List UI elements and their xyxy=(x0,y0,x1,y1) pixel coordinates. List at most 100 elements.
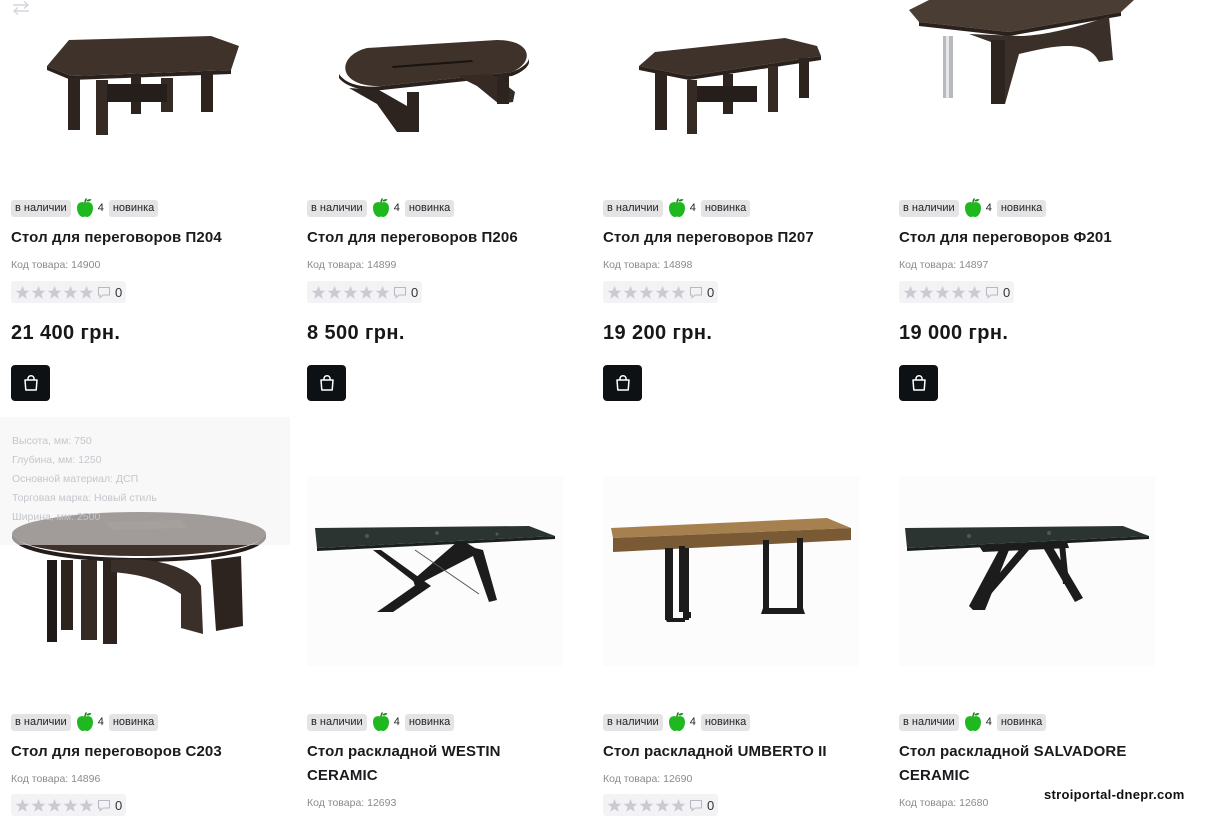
star-icon[interactable] xyxy=(47,798,62,813)
product-code: Код товара: 14896 xyxy=(11,773,101,785)
star-icon[interactable] xyxy=(951,285,966,300)
review-count: 0 xyxy=(115,797,123,813)
green-apple-icon xyxy=(964,198,982,218)
rating[interactable]: 0 xyxy=(307,281,423,303)
rating[interactable]: 0 xyxy=(603,794,719,816)
apple-count: 4 xyxy=(97,716,104,728)
star-icon[interactable] xyxy=(15,798,30,813)
badges: в наличии 4 новинка xyxy=(603,712,751,732)
stars[interactable] xyxy=(607,285,686,300)
stock-badge: в наличии xyxy=(307,713,367,731)
spec-depth: Глубина, мм: 1250 xyxy=(12,454,102,466)
product-title[interactable]: Стол раскладной SALVADORE CERAMIC xyxy=(899,740,1169,788)
product-code: Код товара: 14898 xyxy=(603,259,693,271)
star-icon[interactable] xyxy=(671,285,686,300)
review-count: 0 xyxy=(707,284,715,300)
product-title[interactable]: Стол для переговоров П204 xyxy=(11,226,281,250)
product-title[interactable]: Стол для переговоров П207 xyxy=(603,226,873,250)
green-apple-icon xyxy=(668,198,686,218)
stock-badge: в наличии xyxy=(11,199,71,217)
star-icon[interactable] xyxy=(967,285,982,300)
review-count: 0 xyxy=(1003,284,1011,300)
badges: в наличии 4 новинка xyxy=(307,198,455,218)
stars[interactable] xyxy=(311,285,390,300)
star-icon[interactable] xyxy=(375,285,390,300)
star-icon[interactable] xyxy=(79,285,94,300)
product-code: Код товара: 14897 xyxy=(899,259,989,271)
star-icon[interactable] xyxy=(671,798,686,813)
product-image-table-p207[interactable] xyxy=(603,0,883,180)
product-title[interactable]: Стол раскладной WESTIN CERAMIC xyxy=(307,740,577,788)
product-title-line[interactable]: Стол раскладной WESTIN xyxy=(307,740,577,764)
star-icon[interactable] xyxy=(639,798,654,813)
star-icon[interactable] xyxy=(47,285,62,300)
product-title-line[interactable]: CERAMIC xyxy=(899,764,1169,788)
star-icon[interactable] xyxy=(935,285,950,300)
stars[interactable] xyxy=(15,798,94,813)
product-image-table-f201[interactable] xyxy=(899,0,1179,180)
star-icon[interactable] xyxy=(607,285,622,300)
comment-icon xyxy=(97,799,111,812)
product-title[interactable]: Стол раскладной UMBERTO II xyxy=(603,740,873,764)
stock-badge: в наличии xyxy=(603,199,663,217)
badges: в наличии 4 новинка xyxy=(11,198,159,218)
star-icon[interactable] xyxy=(623,798,638,813)
rating[interactable]: 0 xyxy=(899,281,1015,303)
star-icon[interactable] xyxy=(79,798,94,813)
compare-arrows-icon[interactable] xyxy=(11,0,31,16)
stars[interactable] xyxy=(903,285,982,300)
star-icon[interactable] xyxy=(655,285,670,300)
star-icon[interactable] xyxy=(903,285,918,300)
rating[interactable]: 0 xyxy=(11,281,127,303)
star-icon[interactable] xyxy=(31,798,46,813)
product-image-table-p204[interactable] xyxy=(11,0,291,180)
product-image-table-p206[interactable] xyxy=(307,0,587,180)
star-icon[interactable] xyxy=(919,285,934,300)
star-icon[interactable] xyxy=(63,798,78,813)
shopping-bag-icon xyxy=(614,374,632,392)
star-icon[interactable] xyxy=(359,285,374,300)
new-badge: новинка xyxy=(108,199,159,217)
star-icon[interactable] xyxy=(343,285,358,300)
star-icon[interactable] xyxy=(327,285,342,300)
table-image xyxy=(639,38,821,134)
new-badge: новинка xyxy=(700,713,751,731)
rating[interactable]: 0 xyxy=(11,794,127,816)
product-title-line[interactable]: Стол раскладной SALVADORE xyxy=(899,740,1169,764)
table-image xyxy=(47,36,239,135)
product-title-line[interactable]: CERAMIC xyxy=(307,764,577,788)
star-icon[interactable] xyxy=(311,285,326,300)
comment-icon xyxy=(985,286,999,299)
apple-count: 4 xyxy=(393,716,400,728)
add-to-cart-button[interactable] xyxy=(11,365,50,401)
product-image-westin-ceramic[interactable] xyxy=(307,476,563,666)
stars[interactable] xyxy=(15,285,94,300)
rating[interactable]: 0 xyxy=(603,281,719,303)
stock-badge: в наличии xyxy=(899,199,959,217)
star-icon[interactable] xyxy=(15,285,30,300)
shopping-bag-icon xyxy=(318,374,336,392)
product-title[interactable]: Стол для переговоров С203 xyxy=(11,740,281,764)
product-code: Код товара: 14899 xyxy=(307,259,397,271)
stars[interactable] xyxy=(607,798,686,813)
star-icon[interactable] xyxy=(623,285,638,300)
table-image xyxy=(339,40,529,132)
green-apple-icon xyxy=(76,712,94,732)
table-image xyxy=(315,526,555,612)
add-to-cart-button[interactable] xyxy=(307,365,346,401)
table-image xyxy=(905,526,1149,610)
star-icon[interactable] xyxy=(655,798,670,813)
star-icon[interactable] xyxy=(31,285,46,300)
star-icon[interactable] xyxy=(63,285,78,300)
product-title[interactable]: Стол для переговоров П206 xyxy=(307,226,577,250)
spec-material: Основной материал: ДСП xyxy=(12,473,139,485)
star-icon[interactable] xyxy=(639,285,654,300)
star-icon[interactable] xyxy=(607,798,622,813)
green-apple-icon xyxy=(372,712,390,732)
add-to-cart-button[interactable] xyxy=(899,365,938,401)
product-title[interactable]: Стол для переговоров Ф201 xyxy=(899,226,1169,250)
badges: в наличии 4 новинка xyxy=(11,712,159,732)
product-image-umberto-ii[interactable] xyxy=(603,476,859,666)
product-image-salvadore-ceramic[interactable] xyxy=(899,476,1155,666)
add-to-cart-button[interactable] xyxy=(603,365,642,401)
